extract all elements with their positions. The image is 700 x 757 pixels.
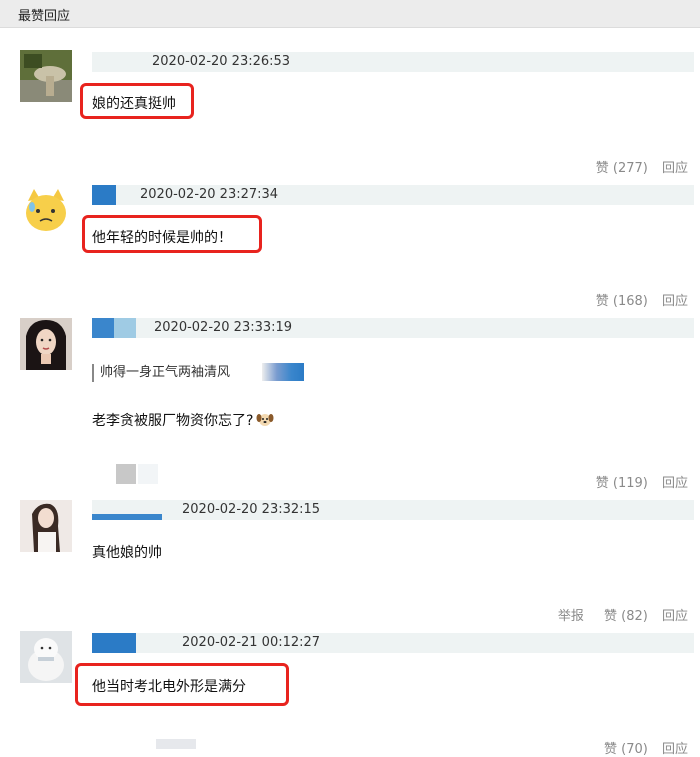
- reply-button[interactable]: 回应: [662, 742, 688, 757]
- comment-timestamp: 2020-02-20 23:27:34: [140, 187, 279, 202]
- comment-actions: 赞 (277) 回应: [586, 157, 688, 176]
- avatar[interactable]: [20, 631, 72, 683]
- avatar[interactable]: [20, 50, 72, 102]
- highlight-box: [80, 83, 194, 119]
- quoted-reply: 帅得一身正气两袖清风: [92, 364, 230, 382]
- comment-meta: 2020-02-21 00:12:27: [92, 633, 694, 653]
- username-redacted[interactable]: [92, 500, 162, 520]
- comment-timestamp: 2020-02-20 23:32:15: [182, 502, 321, 517]
- comment-actions: 赞 (119) 回应: [586, 472, 688, 491]
- like-button[interactable]: 赞 (82): [604, 609, 648, 624]
- like-button[interactable]: 赞 (168): [596, 294, 648, 309]
- comment-meta: 2020-02-20 23:27:34: [92, 185, 694, 205]
- comment-actions: 举报 赞 (82) 回应: [548, 605, 688, 624]
- section-title: 最赞回应: [18, 9, 71, 24]
- section-header: 最赞回应: [0, 0, 700, 28]
- comment-actions: 赞 (168) 回应: [586, 290, 688, 309]
- username-redacted: [114, 318, 136, 338]
- reply-button[interactable]: 回应: [662, 294, 688, 309]
- avatar[interactable]: [20, 185, 72, 237]
- comment-meta: 2020-02-20 23:33:19: [92, 318, 694, 338]
- comment-meta: 2020-02-20 23:26:53: [92, 52, 694, 72]
- quoted-text: 帅得一身正气两袖清风: [100, 365, 231, 380]
- comment-meta: 2020-02-20 23:32:15: [92, 500, 694, 520]
- username-redacted[interactable]: [92, 633, 136, 653]
- comment-timestamp: 2020-02-20 23:33:19: [154, 320, 293, 335]
- username-redacted[interactable]: [92, 318, 114, 338]
- comment-text: 真他娘的帅: [92, 545, 162, 561]
- reply-button[interactable]: 回应: [662, 609, 688, 624]
- redacted-element: [116, 464, 136, 484]
- quoted-username-redacted[interactable]: [262, 363, 304, 381]
- comment-timestamp: 2020-02-20 23:26:53: [152, 54, 291, 69]
- comment-text: 老李贪被服厂物资你忘了?: [92, 410, 274, 430]
- comment-timestamp: 2020-02-21 00:12:27: [182, 635, 321, 650]
- reply-button[interactable]: 回应: [662, 476, 688, 491]
- report-button[interactable]: 举报: [558, 609, 584, 624]
- like-button[interactable]: 赞 (277): [596, 161, 648, 176]
- avatar[interactable]: [20, 500, 72, 552]
- redacted-element: [156, 739, 196, 749]
- comment-actions: 赞 (70) 回应: [594, 738, 688, 757]
- avatar[interactable]: [20, 318, 72, 370]
- like-button[interactable]: 赞 (70): [604, 742, 648, 757]
- highlight-box: [75, 663, 289, 706]
- username-redacted[interactable]: [92, 185, 116, 205]
- highlight-box: [82, 215, 262, 253]
- redacted-element: [138, 464, 158, 484]
- reply-button[interactable]: 回应: [662, 161, 688, 176]
- dog-emoji-icon: [256, 411, 274, 427]
- like-button[interactable]: 赞 (119): [596, 476, 648, 491]
